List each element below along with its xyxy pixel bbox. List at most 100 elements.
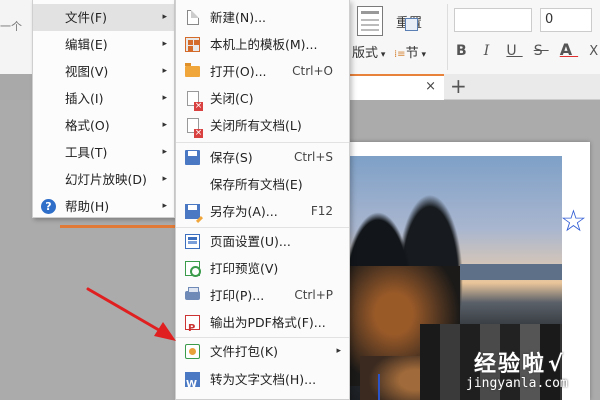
- save-as-icon: [185, 204, 200, 219]
- submenu-arrow-icon: ▸: [162, 93, 167, 103]
- file-menu-label: 输出为PDF格式(F)...: [210, 315, 326, 330]
- pdf-icon: [185, 315, 200, 342]
- menu-item-label: 幻灯片放映(D): [65, 172, 147, 187]
- file-menu-save-all[interactable]: 保存所有文档(E): [176, 171, 349, 198]
- menu-item-label: 格式(O): [65, 118, 110, 133]
- main-menu: 文件(F) ▸ 编辑(E) ▸ 视图(V) ▸ 插入(I) ▸ 格式(O) ▸ …: [32, 0, 175, 218]
- clear-format-button[interactable]: X: [589, 44, 600, 59]
- menu-separator: [176, 142, 349, 143]
- menu-item-label: 编辑(E): [65, 37, 108, 52]
- file-menu-close[interactable]: 关闭(C): [176, 85, 349, 112]
- file-menu-label: 转为文字文档(H)...: [210, 372, 317, 387]
- menu-item-edit[interactable]: 编辑(E) ▸: [33, 31, 174, 58]
- accent-line: [60, 225, 180, 228]
- shortcut-label: Ctrl+S: [293, 150, 333, 164]
- menu-item-label: 文件(F): [65, 10, 107, 25]
- menu-item-label: 视图(V): [65, 64, 109, 79]
- file-menu-label: 打开(O)...: [210, 64, 267, 79]
- file-menu-close-all[interactable]: 关闭所有文档(L): [176, 112, 349, 139]
- file-menu-label: 保存(S): [210, 150, 253, 165]
- layout-thumbnail-icon[interactable]: [357, 6, 383, 36]
- printer-icon: [185, 287, 200, 300]
- close-doc-icon: [187, 91, 203, 111]
- file-menu-label: 关闭所有文档(L): [210, 118, 302, 133]
- layout-label: 版式: [352, 46, 379, 61]
- font-size-field[interactable]: 0: [540, 8, 592, 32]
- file-menu-label: 另存为(A)...: [210, 204, 278, 219]
- background-text: 一个: [0, 20, 22, 33]
- print-preview-icon: [185, 261, 201, 277]
- menu-item-tools[interactable]: 工具(T) ▸: [33, 139, 174, 166]
- reset-icon: [405, 18, 418, 31]
- font-name-field[interactable]: [454, 8, 532, 32]
- strikethrough-button[interactable]: S: [534, 43, 549, 59]
- file-submenu: 新建(N)... 本机上的模板(M)... 打开(O)... Ctrl+O 关闭…: [175, 0, 350, 400]
- file-menu-convert-word[interactable]: 转为文字文档(H)...: [176, 366, 349, 398]
- file-menu-label: 新建(N)...: [210, 10, 267, 25]
- document-tab-strip: × +: [348, 74, 600, 100]
- menu-item-view[interactable]: 视图(V) ▸: [33, 58, 174, 85]
- shortcut-label: Ctrl+P: [294, 288, 333, 302]
- file-menu-save-as[interactable]: 另存为(A)... F12: [176, 198, 349, 225]
- file-menu-label: 页面设置(U)...: [210, 234, 291, 249]
- file-menu-page-setup[interactable]: 页面设置(U)...: [176, 228, 349, 255]
- star-shape-icon[interactable]: ☆: [560, 204, 587, 239]
- shortcut-label: F12: [310, 204, 333, 218]
- watermark-url: jingyanla.com: [466, 376, 568, 391]
- menu-item-help[interactable]: ? 帮助(H) ▸: [33, 193, 174, 220]
- file-menu-label: 打印预览(V): [210, 261, 279, 276]
- file-menu-new[interactable]: 新建(N)...: [176, 4, 349, 31]
- file-menu-label: 本机上的模板(M)...: [210, 37, 318, 52]
- page-setup-icon: [185, 234, 200, 249]
- italic-button[interactable]: I: [484, 43, 496, 59]
- bold-button[interactable]: B: [456, 43, 473, 59]
- reset-button[interactable]: 重置: [396, 12, 422, 31]
- menu-item-label: 帮助(H): [65, 199, 110, 214]
- word-doc-icon: [185, 371, 200, 398]
- new-tab-icon[interactable]: +: [450, 74, 467, 98]
- submenu-arrow-icon: ▸: [162, 201, 167, 211]
- submenu-arrow-icon: ▸: [162, 12, 167, 22]
- shortcut-label: Ctrl+O: [292, 64, 333, 78]
- menu-item-label: 插入(I): [65, 91, 104, 106]
- submenu-arrow-icon: ▸: [162, 120, 167, 130]
- file-menu-label: 文件打包(K): [210, 344, 278, 359]
- tab-close-icon[interactable]: ×: [425, 79, 436, 94]
- layout-button[interactable]: 版式 ▾: [352, 42, 385, 61]
- file-menu-package[interactable]: 文件打包(K) ▸: [176, 338, 349, 365]
- submenu-arrow-icon: ▸: [162, 174, 167, 184]
- close-all-icon: [187, 118, 203, 138]
- document-tab[interactable]: ×: [348, 74, 444, 100]
- submenu-arrow-icon: ▸: [162, 66, 167, 76]
- help-icon: ?: [41, 199, 56, 214]
- file-menu-export-pdf[interactable]: 输出为PDF格式(F)...: [176, 309, 349, 342]
- ribbon-divider: [447, 4, 448, 70]
- file-menu-save[interactable]: 保存(S) Ctrl+S: [176, 144, 349, 171]
- menu-item-insert[interactable]: 插入(I) ▸: [33, 85, 174, 112]
- package-icon: [185, 344, 200, 359]
- section-label: 节: [405, 46, 419, 61]
- watermark-logo: 经验啦√: [474, 352, 565, 377]
- section-button[interactable]: ⁞≡节 ▾: [394, 42, 426, 61]
- menu-item-slideshow[interactable]: 幻灯片放映(D) ▸: [33, 166, 174, 193]
- file-menu-print[interactable]: 打印(P)... Ctrl+P: [176, 282, 349, 309]
- selection-edge: [378, 374, 380, 400]
- menu-item-file[interactable]: 文件(F) ▸: [33, 4, 174, 31]
- format-buttons: B I U S A X: [456, 40, 600, 59]
- folder-open-icon: [185, 63, 200, 77]
- menu-item-label: 工具(T): [65, 145, 108, 160]
- file-menu-print-preview[interactable]: 打印预览(V): [176, 255, 349, 282]
- submenu-arrow-icon: ▸: [162, 147, 167, 157]
- file-menu-label: 关闭(C): [210, 91, 254, 106]
- font-color-button[interactable]: A: [560, 40, 578, 59]
- underline-button[interactable]: U: [506, 43, 522, 59]
- ribbon: 重置 版式 ▾ ⁞≡节 ▾ 0 B I U S A X: [348, 0, 600, 74]
- menu-item-format[interactable]: 格式(O) ▸: [33, 112, 174, 139]
- file-menu-label: 打印(P)...: [210, 288, 265, 303]
- file-menu-open[interactable]: 打开(O)... Ctrl+O: [176, 58, 349, 85]
- file-menu-templates[interactable]: 本机上的模板(M)...: [176, 31, 349, 58]
- new-file-icon: [187, 10, 199, 25]
- template-icon: [185, 37, 200, 52]
- submenu-arrow-icon: ▸: [336, 346, 341, 356]
- save-icon: [185, 150, 200, 165]
